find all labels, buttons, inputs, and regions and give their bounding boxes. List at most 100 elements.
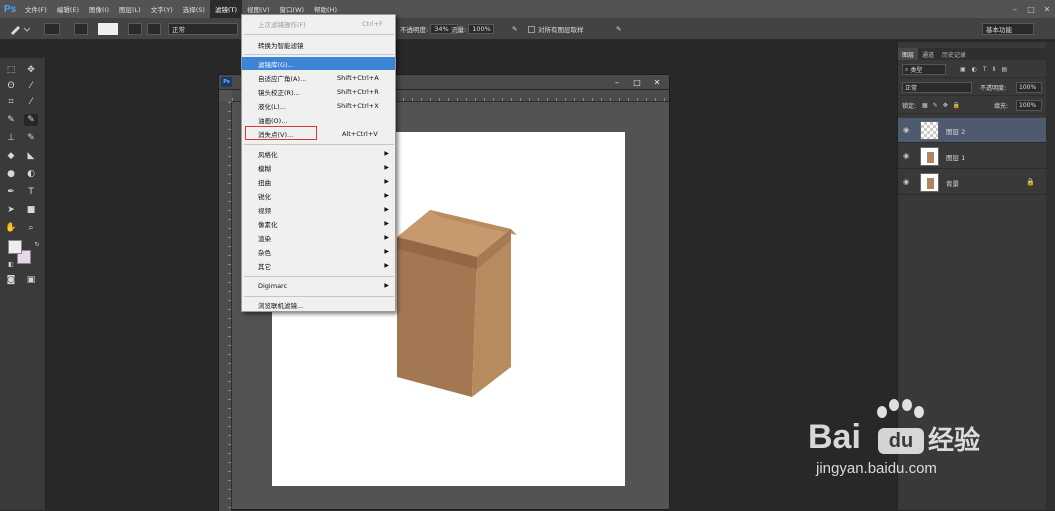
menu-item-oil-paint[interactable]: 油画(O)... — [242, 113, 395, 126]
layer-name: 图层 2 — [946, 128, 966, 136]
submenu-arrow-icon: ▶ — [384, 206, 389, 213]
menu-edit[interactable]: 编辑(E) — [52, 0, 84, 18]
search-icon: ⌕ — [905, 65, 909, 73]
menu-item-other[interactable]: 其它 ▶ — [242, 259, 395, 272]
eye-icon[interactable]: ◉ — [903, 126, 909, 134]
menu-file[interactable]: 文件(F) — [20, 0, 52, 18]
pen-tool-icon[interactable]: ✒ — [4, 186, 18, 198]
layer-row[interactable]: ◉ 背景 🔒 — [898, 170, 1047, 195]
sample-all-label: 对所有图层取样 — [538, 26, 584, 34]
default-colors-icon[interactable]: ◧ — [4, 258, 18, 270]
minimize-icon[interactable]: – — [1007, 0, 1023, 18]
doc-close-icon[interactable]: ✕ — [647, 75, 667, 90]
doc-maximize-icon[interactable]: □ — [627, 75, 647, 90]
menu-item-stylize[interactable]: 风格化 ▶ — [242, 147, 395, 160]
doc-minimize-icon[interactable]: – — [607, 75, 627, 90]
menu-item-last-filter[interactable]: 上次滤镜操作(F) Ctrl+F — [242, 17, 395, 30]
move-tool-icon[interactable]: ✥ — [24, 64, 38, 76]
hand-tool-icon[interactable]: ✋ — [4, 222, 18, 234]
source-swatch[interactable] — [98, 22, 118, 36]
quick-mask-icon[interactable]: ◙ — [4, 274, 18, 286]
quick-select-tool-icon[interactable]: ⁄ — [24, 80, 38, 92]
lasso-tool-icon[interactable]: ʘ — [4, 80, 18, 92]
menu-item-adaptive-wide-angle[interactable]: 自适应广角(A)... Shift+Ctrl+A — [242, 71, 395, 84]
mode-select[interactable]: 正常 — [168, 22, 238, 36]
lock-icons[interactable]: ▦✎✥🔒 — [922, 102, 965, 109]
history-brush-tool-icon[interactable]: ✎ — [24, 132, 38, 144]
layer-row[interactable]: ◉ 图层 1 — [898, 144, 1047, 169]
blend-row: 正常 不透明度: 100% — [898, 80, 1047, 96]
fill-value[interactable]: 100% — [1016, 100, 1042, 111]
menu-item-lens-correction[interactable]: 镜头校正(R)... Shift+Ctrl+R — [242, 85, 395, 98]
tab-layers[interactable]: 图层 — [898, 48, 919, 60]
submenu-arrow-icon: ▶ — [384, 164, 389, 171]
menu-layer[interactable]: 图层(L) — [114, 0, 146, 18]
workspace-select[interactable]: 基本功能 — [982, 22, 1034, 36]
menu-item-distort[interactable]: 扭曲 ▶ — [242, 175, 395, 188]
marquee-tool-icon[interactable]: ⬚ — [4, 64, 18, 76]
menu-item-video[interactable]: 视频 ▶ — [242, 203, 395, 216]
sample-icon[interactable] — [128, 22, 142, 36]
menu-item-digimarc[interactable]: Digimarc ▶ — [242, 279, 395, 292]
shape-tool-icon[interactable]: ■ — [24, 204, 38, 216]
menu-item-convert-smart-filters[interactable]: 转换为智能滤镜 — [242, 38, 395, 51]
sample-all-checkbox[interactable]: 对所有图层取样 — [528, 22, 584, 36]
menu-image[interactable]: 图像(I) — [84, 0, 114, 18]
opacity-control[interactable]: 不透明度: 34% — [400, 22, 459, 36]
maximize-icon[interactable]: □ — [1023, 0, 1039, 18]
pressure-icon[interactable]: ✎ — [616, 22, 621, 36]
vertical-ruler[interactable] — [219, 102, 232, 511]
aligned-icon[interactable] — [147, 22, 161, 36]
layer-row[interactable]: ◉ 图层 2 — [898, 118, 1047, 143]
menu-item-blur[interactable]: 模糊 ▶ — [242, 161, 395, 174]
menu-filter[interactable]: 滤镜(T) — [209, 0, 242, 18]
submenu-arrow-icon: ▶ — [384, 192, 389, 199]
healing-brush-tool-icon[interactable]: ✎ — [4, 114, 18, 126]
screen-mode-icon[interactable]: ▣ — [24, 274, 38, 286]
blur-tool-icon[interactable]: ● — [4, 168, 18, 180]
menu-item-sharpen[interactable]: 锐化 ▶ — [242, 189, 395, 202]
foreground-color-swatch[interactable] — [8, 240, 22, 254]
type-tool-icon[interactable]: T — [24, 186, 38, 198]
brush-panel-icon[interactable] — [74, 22, 88, 36]
eye-icon[interactable]: ◉ — [903, 152, 909, 160]
menu-item-liquify[interactable]: 液化(L)... Shift+Ctrl+X — [242, 99, 395, 112]
eraser-tool-icon[interactable]: ◆ — [4, 150, 18, 162]
zoom-tool-icon[interactable]: ⌕ — [24, 222, 38, 234]
menu-type[interactable]: 文字(Y) — [146, 0, 178, 18]
tab-history[interactable]: 历史记录 — [938, 48, 970, 60]
path-select-tool-icon[interactable]: ➤ — [4, 204, 18, 216]
submenu-arrow-icon: ▶ — [384, 150, 389, 157]
paint-bucket-tool-icon[interactable]: ◣ — [24, 150, 38, 162]
swap-colors-icon[interactable]: ↻ — [30, 238, 44, 250]
flow-value[interactable]: 100% — [468, 24, 495, 34]
layer-thumbnail — [920, 121, 939, 140]
close-icon[interactable]: ✕ — [1039, 0, 1055, 18]
eye-icon[interactable]: ◉ — [903, 178, 909, 186]
eyedropper-tool-icon[interactable]: ⁄ — [24, 96, 38, 108]
submenu-arrow-icon: ▶ — [384, 234, 389, 241]
tool-preset-icon[interactable] — [8, 22, 30, 36]
menu-select[interactable]: 选择(S) — [178, 0, 210, 18]
menu-item-render[interactable]: 渲染 ▶ — [242, 231, 395, 244]
crop-tool-icon[interactable]: ⌗ — [4, 96, 18, 108]
document-icon: Ps — [221, 77, 232, 87]
layer-filter-icons[interactable]: ▣◐TⅡ▤ — [960, 66, 1013, 73]
lock-icon: 🔒 — [1026, 178, 1035, 186]
kind-filter-select[interactable]: ⌕ 类型 — [902, 64, 946, 75]
menu-item-noise[interactable]: 杂色 ▶ — [242, 245, 395, 258]
layer-opacity-value[interactable]: 100% — [1016, 82, 1042, 93]
blend-mode-select[interactable]: 正常 — [902, 82, 972, 93]
clone-stamp-tool-icon[interactable]: ⊥ — [4, 132, 18, 144]
brush-tool-icon[interactable]: ✎ — [24, 114, 38, 126]
menu-item-browse-filters-online[interactable]: 浏览联机滤镜... — [242, 298, 395, 311]
tab-channels[interactable]: 通道 — [918, 48, 938, 60]
brush-size-icon[interactable] — [44, 22, 60, 36]
menu-item-filter-gallery[interactable]: 滤镜库(G)... — [242, 57, 395, 70]
layer-thumbnail — [920, 173, 939, 192]
menu-item-pixelate[interactable]: 像素化 ▶ — [242, 217, 395, 230]
dodge-tool-icon[interactable]: ◐ — [24, 168, 38, 180]
flow-label: 流量: — [451, 26, 467, 34]
airbrush-icon[interactable]: ✎ — [512, 22, 517, 36]
flow-control[interactable]: 流量: 100% — [451, 22, 495, 36]
